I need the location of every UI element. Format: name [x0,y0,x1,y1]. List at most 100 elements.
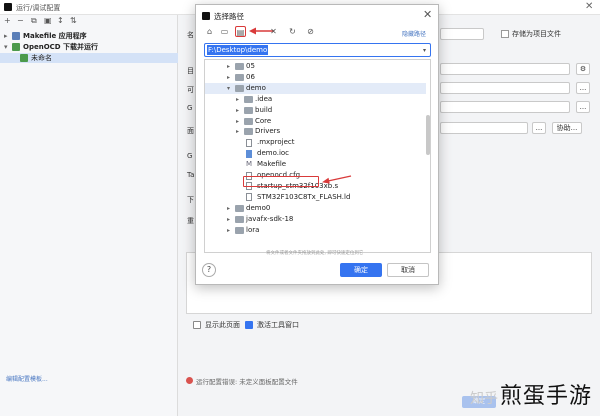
chevron-right-icon[interactable]: ▸ [227,72,230,83]
gdb-browse-button[interactable]: ... [576,101,590,113]
makefile-app-icon [12,32,20,40]
chevron-down-icon[interactable]: ▾ [227,83,230,94]
folder-icon [244,117,253,125]
file-tree-row[interactable]: ▸ 05 [205,61,426,72]
file-tree-label: .idea [255,94,273,103]
new-folder-icon[interactable]: ▤ [235,26,246,37]
openocd-config-icon [20,54,28,62]
file-tree-label: Makefile [257,160,287,169]
window-close-icon[interactable]: ✕ [585,1,593,12]
refresh-icon[interactable]: ↻ [287,26,298,37]
file-tree-label: javafx-sdk-18 [246,214,294,223]
save-config-icon[interactable]: ▣ [44,16,52,25]
chevron-right-icon[interactable]: ▸ [236,105,239,116]
file-tree-row[interactable]: ▸ build [205,105,426,116]
path-input-value: F:\Desktop\demo [207,45,269,55]
executable-browse-button[interactable]: ... [576,82,590,94]
chevron-right-icon[interactable]: ▸ [227,214,230,225]
store-as-project-label: 存储为项目文件 [512,30,561,38]
tree-item-label: Makefile 应用程序 [23,32,87,40]
board-config-browse-button[interactable]: ... [532,122,546,134]
config-list-panel: + − ⧉ ▣ ↕ ⇅ ▸ Makefile 应用程序 ▾ OpenOCD 下载… [0,15,178,416]
activate-tool-window-checkbox[interactable] [245,321,253,329]
add-config-icon[interactable]: + [4,16,11,25]
store-as-project-checkbox[interactable] [501,30,509,38]
file-tree-row[interactable]: ▸ demo0 [205,203,426,214]
error-icon [186,377,193,384]
folder-icon [235,215,244,223]
file-tree-row[interactable]: demo.ioc [205,148,426,159]
file-tree-row[interactable]: ▾ demo [205,82,426,94]
edit-templates-link[interactable]: 编辑配置模板... [6,374,48,383]
file-tree-row[interactable]: ▸ javafx-sdk-18 [205,214,426,225]
sort-config-icon[interactable]: ⇅ [70,16,77,25]
show-page-label: 显示此页面 [205,321,240,329]
chevron-down-icon[interactable]: ▾ [423,47,426,54]
chevron-right-icon[interactable]: ▸ [227,225,230,236]
board-config-input[interactable] [440,122,528,134]
file-tree[interactable]: ▸ lora ▸ javafx-sdk-18 ▸ demo0 STM32F103C8Tx_F… [204,59,431,253]
desktop-icon[interactable]: ▭ [219,26,230,37]
dialog-close-icon[interactable]: ✕ [423,8,432,21]
help-button[interactable]: ? [202,263,216,277]
copy-config-icon[interactable]: ⧉ [31,16,37,26]
config-toolbar: + − ⧉ ▣ ↕ ⇅ [0,15,178,28]
chevron-right-icon[interactable]: ▸ [236,116,239,127]
file-tree-label: lora [246,225,260,234]
error-message: 运行配置错误: 未定义面板配置文件 [196,378,298,386]
tree-item-openocd[interactable]: ▾ OpenOCD 下载并运行 [0,42,178,52]
brand-watermark: 煎蛋手游 [500,384,593,409]
tree-item-unnamed[interactable]: 未命名 [0,53,178,63]
file-tree-scrollbar[interactable] [426,115,430,155]
ok-button[interactable]: 确定 [340,263,382,277]
field-label-target: 目 [187,67,194,75]
openocd-icon [12,43,20,51]
field-label-telnet-port: Ta [187,171,195,179]
file-tree-label: Core [255,116,272,125]
path-input[interactable]: F:\Desktop\demo ▾ [204,43,431,57]
assist-button[interactable]: 协助... [552,122,582,134]
show-page-checkbox[interactable] [193,321,201,329]
file-tree-label: demo [246,83,266,92]
file-tree-row[interactable]: ▸ lora [205,225,426,236]
chevron-right-icon[interactable]: ▸ [236,94,239,105]
delete-icon[interactable]: ✕ [268,26,279,37]
field-label-gdb: G [187,104,193,112]
field-label-board-config: 面 [187,127,194,135]
hide-path-link[interactable]: 隐藏路径 [402,29,426,38]
folder-icon [235,73,244,81]
field-label-download: 下 [187,196,194,204]
file-tree-row[interactable]: ▸ Core [205,116,426,127]
cancel-button[interactable]: 取消 [387,263,429,277]
file-tree-label: 06 [246,72,255,81]
file-tree-row[interactable]: ▸ .idea [205,94,426,105]
remove-config-icon[interactable]: − [17,16,24,25]
move-config-icon[interactable]: ↕ [57,16,64,25]
file-tree-row[interactable]: M Makefile [205,159,426,170]
link-icon[interactable]: ⊘ [305,26,316,37]
field-label-name: 名 [187,31,194,39]
chevron-right-icon[interactable]: ▸ [227,203,230,214]
chevron-right-icon[interactable]: ▸ [227,61,230,72]
executable-select[interactable] [440,82,570,94]
file-tree-row[interactable]: ▸ Drivers [205,126,426,137]
file-tree-label: .mxproject [257,138,295,147]
name-input[interactable] [440,28,484,40]
chevron-right-icon[interactable]: ▸ [236,126,239,137]
file-tree-row[interactable]: .mxproject [205,137,426,148]
tree-item-makefile[interactable]: ▸ Makefile 应用程序 [0,31,178,41]
expand-arrow-icon[interactable]: ▾ [4,42,8,52]
dialog-title: 选择路径 [214,12,244,21]
app-logo-icon [4,3,12,11]
file-icon [246,193,252,202]
expand-arrow-icon[interactable]: ▸ [4,31,8,41]
target-settings-gear-icon[interactable]: ⚙ [576,63,590,75]
target-select[interactable] [440,63,570,75]
folder-icon [235,84,244,92]
home-icon[interactable]: ⌂ [204,26,215,37]
file-tree-row[interactable]: ▸ 06 [205,72,426,83]
file-tree-row[interactable]: STM32F103C8Tx_FLASH.ld [205,192,426,203]
file-tree-label: demo0 [246,203,271,212]
gdb-select[interactable] [440,101,570,113]
zhihu-watermark: 知乎 [470,391,498,407]
